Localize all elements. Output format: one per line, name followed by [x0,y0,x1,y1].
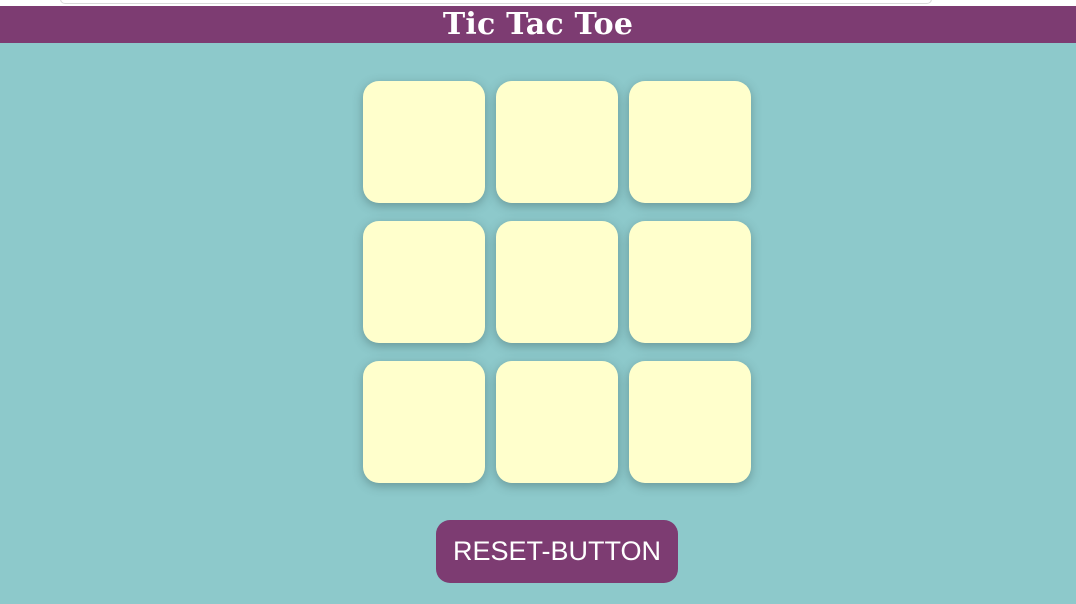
board-cell-2[interactable] [496,81,618,203]
board-cell-9[interactable] [629,361,751,483]
board-cell-5[interactable] [496,221,618,343]
address-bar-edge [60,0,932,4]
board-cell-7[interactable] [363,361,485,483]
board-cell-3[interactable] [629,81,751,203]
board-cell-8[interactable] [496,361,618,483]
board-cell-4[interactable] [363,221,485,343]
game-board [363,81,751,483]
board-cell-6[interactable] [629,221,751,343]
board-cell-1[interactable] [363,81,485,203]
page-title: Tic Tac Toe [0,6,1076,43]
reset-button[interactable]: RESET-BUTTON [436,520,678,583]
